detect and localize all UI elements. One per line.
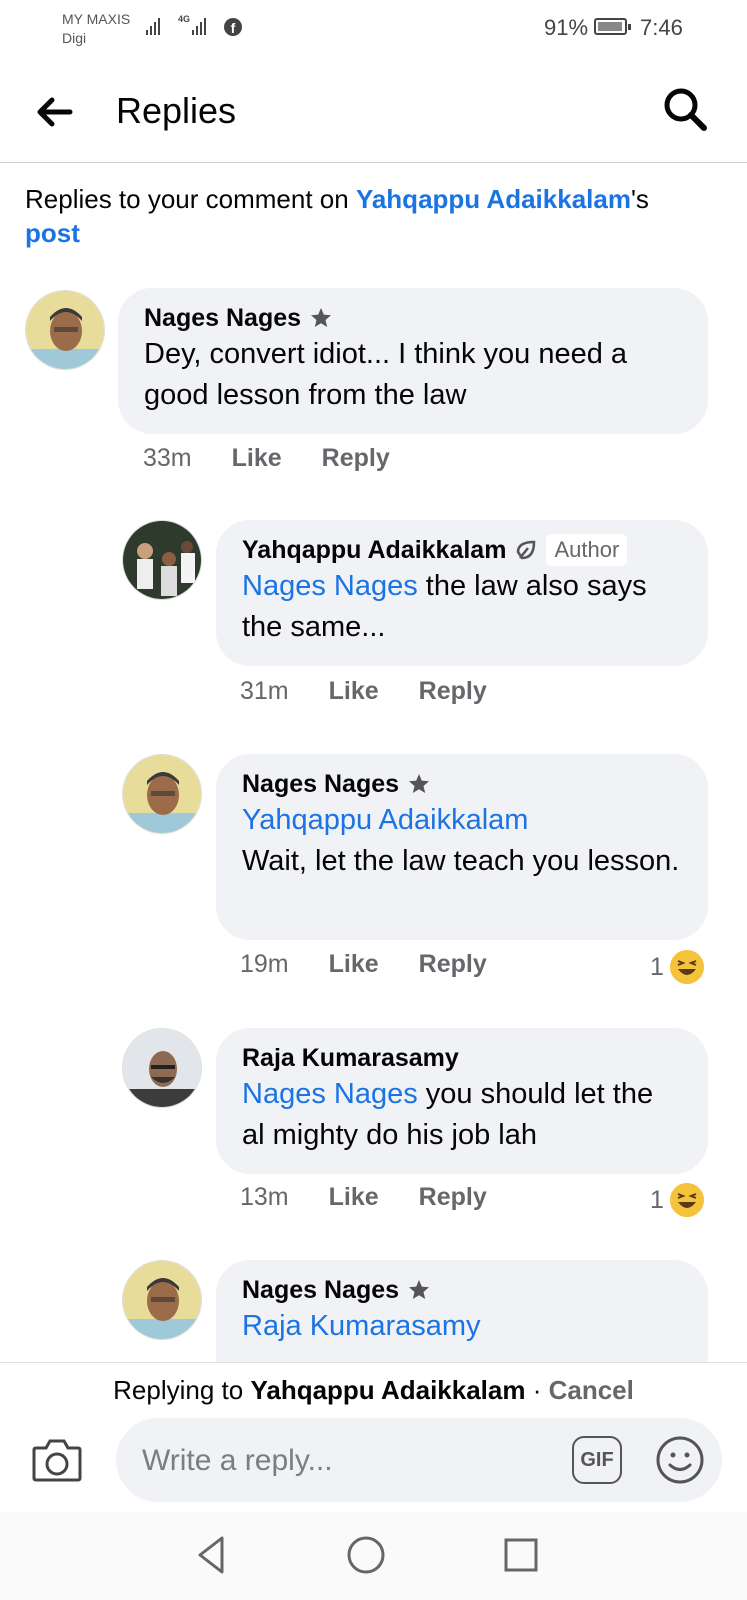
comment-author: Nages Nages (242, 768, 682, 800)
reply-button[interactable]: Reply (322, 444, 390, 473)
smiley-icon (656, 1436, 704, 1484)
emoji-button[interactable] (654, 1434, 706, 1486)
avatar[interactable] (25, 290, 105, 370)
reaction-summary[interactable]: 1 (650, 950, 704, 984)
comment-actions: 19m Like Reply (240, 950, 487, 979)
comment-actions: 13m Like Reply (240, 1183, 487, 1212)
comment-bubble[interactable]: Raja Kumarasamy Nages Nages you should l… (216, 1028, 708, 1174)
mention-link[interactable]: Yahqappu Adaikkalam (242, 804, 528, 836)
like-button[interactable]: Like (329, 677, 379, 706)
nav-back-button[interactable] (190, 1532, 236, 1578)
circle-home-icon (347, 1536, 385, 1574)
triangle-back-icon (198, 1536, 224, 1574)
signal-icon (146, 18, 160, 35)
comment-time: 19m (240, 950, 289, 978)
mention-link[interactable]: Nages Nages (242, 570, 418, 602)
comment-actions: 33m Like Reply (143, 444, 390, 473)
back-button[interactable] (30, 88, 78, 136)
comment-text: Nages Nages the law also says the same..… (242, 570, 647, 643)
comment-text: Nages Nages you should let the al mighty… (242, 1078, 654, 1151)
header-prefix: Replies to your comment on (25, 184, 356, 214)
mention-link[interactable]: Nages Nages (242, 1078, 418, 1110)
reaction-summary[interactable]: 1 (650, 1183, 704, 1217)
reaction-count: 1 (650, 952, 664, 981)
reply-input-container: GIF (116, 1418, 722, 1502)
cancel-reply-button[interactable]: Cancel (549, 1375, 634, 1405)
comment-actions: 31m Like Reply (240, 677, 487, 706)
avatar[interactable] (122, 754, 202, 834)
star-badge-icon (409, 774, 430, 793)
author-name[interactable]: Raja Kumarasamy (242, 1042, 459, 1074)
comment-author: Raja Kumarasamy (242, 1042, 682, 1074)
carrier-2: Digi (62, 30, 87, 46)
battery-percent: 91% (544, 15, 589, 40)
reply-composer: GIF (0, 1416, 747, 1512)
reply-button[interactable]: Reply (419, 950, 487, 979)
square-recents-icon (504, 1538, 538, 1572)
app-bar: Replies (0, 62, 747, 163)
reaction-count: 1 (650, 1185, 664, 1214)
carrier-1: MY MAXIS (62, 11, 131, 27)
reply-target: Yahqappu Adaikkalam (250, 1375, 526, 1405)
author-name[interactable]: Nages Nages (242, 1274, 399, 1306)
search-button[interactable] (660, 84, 712, 136)
comment-bubble[interactable]: Nages Nages Raja Kumarasamy (216, 1260, 708, 1362)
author-name[interactable]: Nages Nages (242, 768, 399, 800)
star-badge-icon (409, 1280, 430, 1299)
comment-time: 33m (143, 444, 192, 472)
post-link[interactable]: post (25, 218, 80, 248)
header-possessive: 's (630, 184, 649, 214)
comment-text: Raja Kumarasamy (242, 1306, 682, 1347)
mention-link[interactable]: Raja Kumarasamy (242, 1310, 481, 1342)
reply-button[interactable]: Reply (419, 1183, 487, 1212)
replying-to-bar: Replying to Yahqappu Adaikkalam · Cancel (0, 1362, 747, 1417)
haha-emoji-icon (669, 1183, 704, 1217)
replies-header: Replies to your comment on Yahqappu Adai… (25, 182, 725, 250)
like-button[interactable]: Like (232, 444, 282, 473)
haha-emoji-icon (669, 950, 704, 984)
carrier-names: MY MAXIS Digi (62, 10, 130, 48)
arrow-left-icon (37, 97, 73, 127)
author-name[interactable]: Yahqappu Adaikkalam (242, 534, 506, 566)
comment-time: 31m (240, 677, 289, 705)
reply-input[interactable] (140, 1434, 534, 1488)
comment-author: Nages Nages (242, 1274, 682, 1306)
comment-author: Nages Nages (144, 302, 682, 334)
avatar[interactable] (122, 1028, 202, 1108)
battery-icon (594, 18, 631, 35)
camera-button[interactable] (30, 1436, 84, 1486)
status-bar: MY MAXIS Digi 4G f 91% 7:46 (0, 0, 747, 62)
comment-text: Dey, convert idiot... I think you need a… (144, 338, 628, 411)
comment-bubble[interactable]: Nages Nages Yahqappu Adaikkalam Wait, let… (216, 754, 708, 940)
nav-recents-button[interactable] (498, 1532, 544, 1578)
like-button[interactable]: Like (329, 1183, 379, 1212)
avatar[interactable] (122, 520, 202, 600)
gif-button[interactable]: GIF (572, 1436, 622, 1484)
comment-author: Yahqappu Adaikkalam Author (242, 534, 682, 566)
clock: 7:46 (640, 15, 683, 40)
camera-icon (32, 1439, 82, 1482)
replying-prefix: Replying to (113, 1375, 251, 1405)
like-button[interactable]: Like (329, 950, 379, 979)
comment-time: 13m (240, 1183, 289, 1211)
page-title: Replies (116, 90, 237, 131)
search-icon (664, 88, 707, 131)
author-name[interactable]: Nages Nages (144, 302, 301, 334)
comment-text: Yahqappu Adaikkalam Wait, let the law tea… (242, 804, 680, 877)
comment-feed[interactable]: Nages Nages Dey, convert idiot... I thin… (0, 270, 747, 1362)
star-badge-icon (311, 308, 332, 327)
avatar[interactable] (122, 1260, 202, 1340)
comment-bubble[interactable]: Nages Nages Dey, convert idiot... I thin… (118, 288, 708, 434)
verified-leaf-icon (517, 540, 536, 560)
comment-bubble[interactable]: Yahqappu Adaikkalam Author Nages Nages t… (216, 520, 708, 666)
author-tag: Author (546, 534, 628, 566)
reply-button[interactable]: Reply (419, 677, 487, 706)
network-label: 4G (178, 14, 191, 24)
post-owner-link[interactable]: Yahqappu Adaikkalam (356, 184, 631, 214)
nav-home-button[interactable] (343, 1532, 389, 1578)
separator: · (525, 1375, 549, 1405)
signal-icon-2 (192, 18, 206, 35)
system-nav-bar (0, 1512, 747, 1600)
facebook-notification-icon: f (224, 18, 242, 36)
